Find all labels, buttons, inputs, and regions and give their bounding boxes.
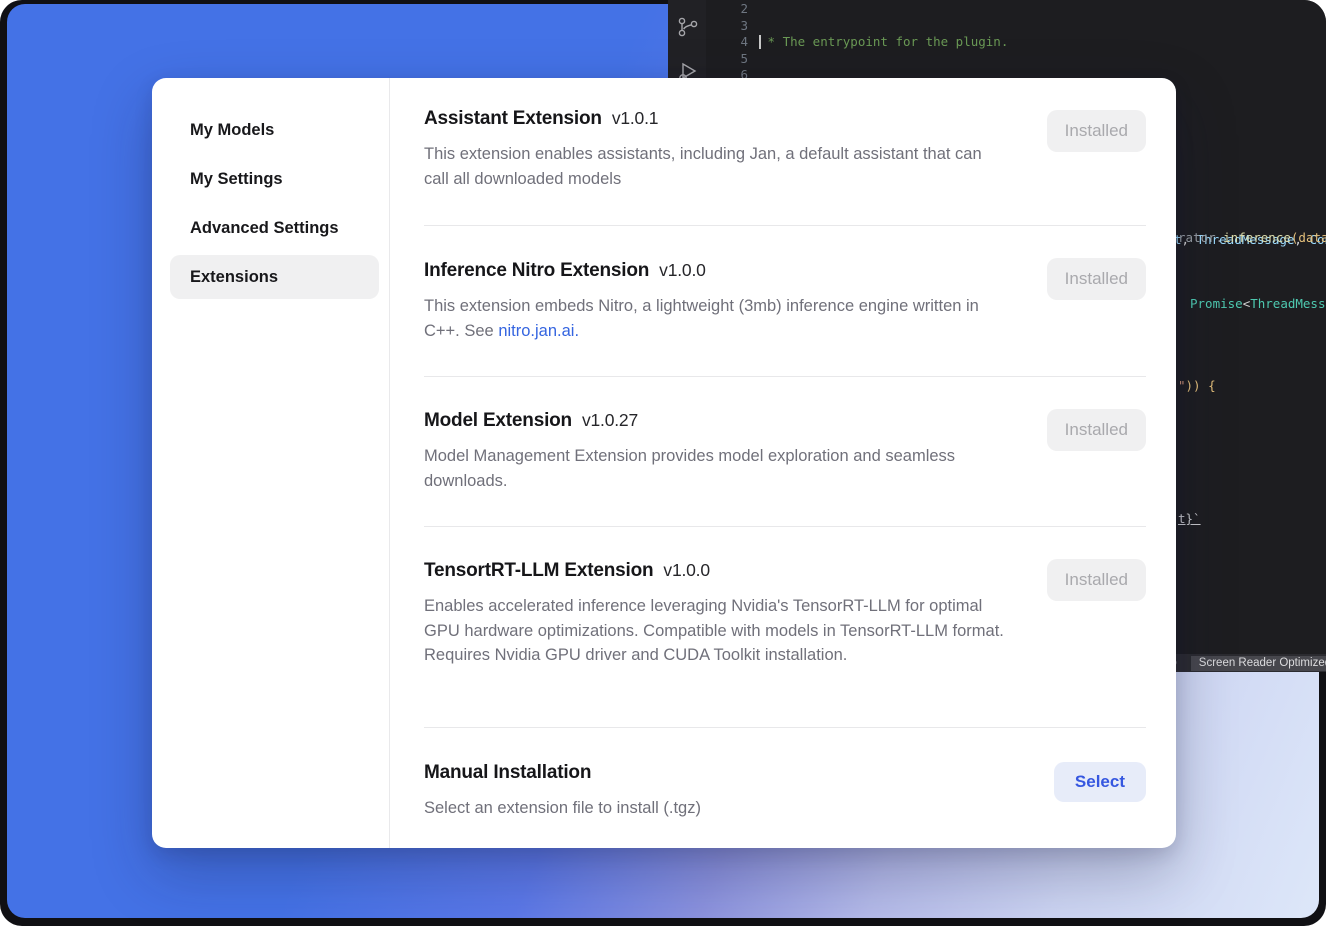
extension-row-inference-nitro: Inference Nitro Extension v1.0.0 This ext… xyxy=(424,226,1146,377)
code-fragment-brace: ")) { xyxy=(1178,378,1216,393)
extension-version: v1.0.27 xyxy=(582,410,638,430)
extension-description: Model Management Extension provides mode… xyxy=(424,444,1004,493)
extension-version: v1.0.1 xyxy=(612,108,658,128)
sidebar-item-label: Advanced Settings xyxy=(190,219,339,238)
settings-modal: My Models My Settings Advanced Settings … xyxy=(152,78,1176,848)
sidebar-item-advanced-settings[interactable]: Advanced Settings xyxy=(170,206,379,250)
installed-button[interactable]: Installed xyxy=(1047,110,1146,152)
extension-row-model: Model Extension v1.0.27 Model Management … xyxy=(424,377,1146,527)
extension-version: v1.0.0 xyxy=(663,560,709,580)
sidebar-item-extensions[interactable]: Extensions xyxy=(170,255,379,299)
manual-installation-description: Select an extension file to install (.tg… xyxy=(424,796,1004,821)
installed-button[interactable]: Installed xyxy=(1047,559,1146,601)
line-numbers: 2 3 4 5 6 xyxy=(706,1,748,84)
code-fragment-promise: Promise<ThreadMessage> xyxy=(1190,296,1326,311)
extensions-list: Assistant Extension v1.0.1 This extension… xyxy=(390,78,1176,848)
code-fragment-template: t}` xyxy=(1178,511,1201,526)
sidebar-item-my-models[interactable]: My Models xyxy=(170,108,379,152)
sidebar-item-label: My Models xyxy=(190,121,274,140)
extension-description: This extension enables assistants, inclu… xyxy=(424,142,1004,191)
nitro-jan-ai-link[interactable]: nitro.jan.ai. xyxy=(498,322,579,340)
sidebar-item-label: My Settings xyxy=(190,170,283,189)
extension-name: Assistant Extension xyxy=(424,108,602,129)
extension-name: Inference Nitro Extension xyxy=(424,260,649,281)
extension-row-tensorrt-llm: TensortRT-LLM Extension v1.0.0 Enables ac… xyxy=(424,527,1146,728)
editor-caret xyxy=(759,35,761,49)
manual-installation-title: Manual Installation xyxy=(424,762,591,783)
sidebar-item-label: Extensions xyxy=(190,268,278,287)
manual-installation-row: Manual Installation Select an extension … xyxy=(424,728,1146,848)
source-control-icon[interactable] xyxy=(676,15,700,39)
extension-description: This extension embeds Nitro, a lightweig… xyxy=(424,294,1004,343)
sidebar-item-my-settings[interactable]: My Settings xyxy=(170,157,379,201)
extension-row-assistant: Assistant Extension v1.0.1 This extension… xyxy=(424,78,1146,226)
select-file-button[interactable]: Select xyxy=(1054,762,1146,802)
extension-description: Enables accelerated inference leveraging… xyxy=(424,594,1004,668)
installed-button[interactable]: Installed xyxy=(1047,409,1146,451)
code-fragment-inference: rator.inference(data)); xyxy=(1178,230,1326,245)
installed-button[interactable]: Installed xyxy=(1047,258,1146,300)
screen-reader-status-item[interactable]: Screen Reader Optimized xyxy=(1191,656,1326,671)
extension-name: Model Extension xyxy=(424,410,572,431)
extension-version: v1.0.0 xyxy=(659,260,705,280)
screenshot-stage: 2 3 4 5 6 * The entrypoint for the plugi… xyxy=(0,0,1326,926)
settings-sidebar: My Models My Settings Advanced Settings … xyxy=(152,78,390,848)
dark-rounded-frame: 2 3 4 5 6 * The entrypoint for the plugi… xyxy=(0,0,1326,926)
code-line-2: * The entrypoint for the plugin. xyxy=(760,34,1326,51)
extension-name: TensortRT-LLM Extension xyxy=(424,560,653,581)
